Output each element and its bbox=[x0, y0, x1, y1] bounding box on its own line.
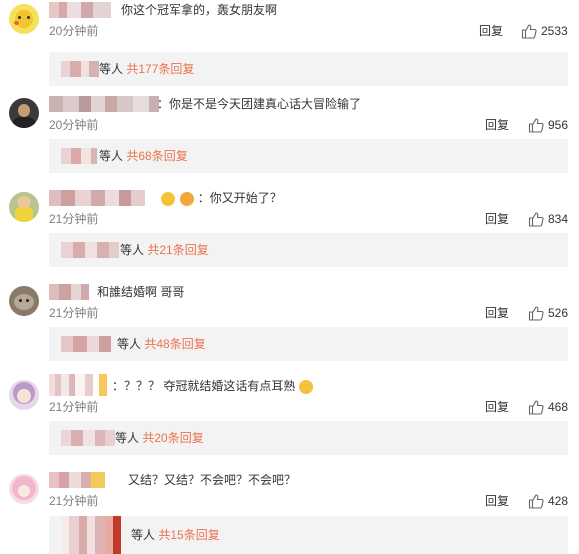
reply-user-blurred[interactable] bbox=[61, 336, 111, 352]
comment-item: ：你又开始了？ 21分钟前 回复 834 等人 共21条回复 bbox=[0, 188, 579, 282]
comment-item: ：你是不是今天团建真心话大冒险输了 20分钟前 回复 956 等人 共68条回复 bbox=[0, 94, 579, 188]
child-avatar[interactable] bbox=[9, 192, 39, 222]
reply-deng: 等人 bbox=[115, 431, 140, 445]
reply-summary-bar[interactable]: 等人 共20条回复 bbox=[49, 421, 568, 455]
reply-user-blurred[interactable] bbox=[61, 148, 97, 164]
like-button[interactable]: 468 bbox=[528, 397, 568, 417]
reply-count-link[interactable]: 共68条回复 bbox=[126, 149, 187, 163]
reply-count-link[interactable]: 共20条回复 bbox=[142, 431, 203, 445]
username-blurred[interactable] bbox=[49, 284, 89, 300]
comment-text: ：你又开始了？ bbox=[161, 189, 282, 207]
comment-time: 21分钟前 bbox=[49, 212, 99, 226]
reply-summary-text: 等人 共48条回复 bbox=[117, 335, 206, 353]
like-count: 956 bbox=[548, 118, 569, 132]
like-count: 468 bbox=[548, 400, 569, 414]
reply-summary-text: 等人 共68条回复 bbox=[99, 147, 188, 165]
like-count: 2533 bbox=[541, 24, 568, 38]
reply-button[interactable]: 回复 bbox=[479, 23, 503, 39]
face-emoji-icon bbox=[161, 191, 175, 206]
reply-summary-text: 等人 共15条回复 bbox=[131, 526, 220, 544]
reply-summary-text: 等人 共20条回复 bbox=[115, 429, 204, 447]
thumbs-up-icon bbox=[521, 24, 537, 39]
reply-button[interactable]: 回复 bbox=[485, 493, 509, 509]
like-button[interactable]: 834 bbox=[528, 209, 568, 229]
reply-summary-bar[interactable]: 等人 共177条回复 bbox=[49, 52, 568, 86]
username-blurred[interactable] bbox=[49, 190, 145, 206]
username-blurred[interactable] bbox=[49, 374, 107, 396]
comment-item: ：？？？ 夺冠就结婚这话有点耳熟 21分钟前 回复 468 等人 共20条回复 bbox=[0, 374, 579, 470]
comment-text: 你这个冠军拿的，轰女朋友啊 bbox=[121, 3, 278, 17]
thumbs-up-icon bbox=[528, 118, 544, 133]
reply-button[interactable]: 回复 bbox=[485, 305, 509, 321]
reply-user-blurred[interactable] bbox=[61, 61, 99, 77]
like-button[interactable]: 956 bbox=[528, 115, 568, 135]
thumbs-up-icon bbox=[528, 306, 544, 321]
thumbs-up-icon bbox=[528, 494, 544, 509]
like-count: 834 bbox=[548, 212, 569, 226]
thumbs-up-icon bbox=[528, 400, 544, 415]
comment-time: 20分钟前 bbox=[49, 24, 99, 38]
hands-emoji-icon bbox=[180, 191, 195, 206]
reply-button[interactable]: 回复 bbox=[485, 211, 509, 227]
like-count: 526 bbox=[548, 306, 569, 320]
reply-user-blurred[interactable] bbox=[61, 242, 119, 258]
username-blurred[interactable] bbox=[49, 2, 111, 18]
reply-deng: 等人 bbox=[99, 62, 124, 76]
reply-button[interactable]: 回复 bbox=[485, 117, 509, 133]
like-button[interactable]: 2533 bbox=[521, 21, 568, 41]
comment-text: ：你是不是今天团建真心话大冒险输了 bbox=[157, 97, 362, 111]
reply-summary-bar[interactable]: 等人 共21条回复 bbox=[49, 233, 568, 267]
reply-deng: 等人 bbox=[120, 243, 145, 257]
reply-deng: 等人 bbox=[117, 337, 142, 351]
comment-text-content: ：你又开始了？ bbox=[197, 191, 282, 205]
reply-count-link[interactable]: 共15条回复 bbox=[158, 528, 219, 542]
reply-user-blurred[interactable] bbox=[61, 516, 121, 554]
sweat-emoji-icon bbox=[298, 379, 313, 394]
comment-time: 21分钟前 bbox=[49, 400, 99, 414]
comment-time: 21分钟前 bbox=[49, 306, 99, 320]
like-count: 428 bbox=[548, 494, 569, 508]
like-button[interactable]: 428 bbox=[528, 491, 568, 511]
comment-time: 21分钟前 bbox=[49, 494, 99, 508]
reply-count-link[interactable]: 共48条回复 bbox=[144, 337, 205, 351]
cat-avatar[interactable] bbox=[9, 286, 39, 316]
comment-text: 又结？又结？不会吧？不会吧？ bbox=[128, 473, 297, 487]
reply-summary-bar[interactable]: 等人 共68条回复 bbox=[49, 139, 568, 173]
anime-girl-avatar[interactable] bbox=[9, 380, 39, 410]
reply-count-link[interactable]: 共177条回复 bbox=[126, 62, 194, 76]
reply-count-link[interactable]: 共21条回复 bbox=[147, 243, 208, 257]
comment-time: 20分钟前 bbox=[49, 118, 99, 132]
comment-item: 你这个冠军拿的，轰女朋友啊 20分钟前 回复 2533 等人 共177条回复 bbox=[0, 0, 579, 94]
like-button[interactable]: 526 bbox=[528, 303, 568, 323]
reply-deng: 等人 bbox=[131, 528, 156, 542]
reply-user-blurred[interactable] bbox=[61, 430, 115, 446]
comment-text: ：？？？ 夺冠就结婚这话有点耳熟 bbox=[112, 377, 313, 395]
reply-summary-text: 等人 共21条回复 bbox=[120, 241, 209, 259]
comment-item: 和誰结婚啊 哥哥 21分钟前 回复 526 等人 共48条回复 bbox=[0, 282, 579, 376]
thumbs-up-icon bbox=[528, 212, 544, 227]
reply-deng: 等人 bbox=[99, 149, 124, 163]
reply-summary-bar[interactable]: 等人 共15条回复 bbox=[49, 516, 568, 554]
pink-anime-avatar[interactable] bbox=[9, 474, 39, 504]
comment-item: 又结？又结？不会吧？不会吧？ 21分钟前 回复 428 等人 共15条回复 bbox=[0, 470, 579, 554]
comment-text: 和誰结婚啊 哥哥 bbox=[97, 285, 185, 299]
reply-summary-text: 等人 共177条回复 bbox=[99, 60, 194, 78]
person-avatar[interactable] bbox=[9, 98, 39, 128]
comment-text-content: ：？？？ 夺冠就结婚这话有点耳熟 bbox=[112, 379, 296, 393]
pikachu-avatar[interactable] bbox=[9, 4, 39, 34]
username-blurred[interactable] bbox=[49, 472, 105, 488]
username-blurred[interactable] bbox=[49, 96, 159, 112]
reply-button[interactable]: 回复 bbox=[485, 399, 509, 415]
reply-summary-bar[interactable]: 等人 共48条回复 bbox=[49, 327, 568, 361]
